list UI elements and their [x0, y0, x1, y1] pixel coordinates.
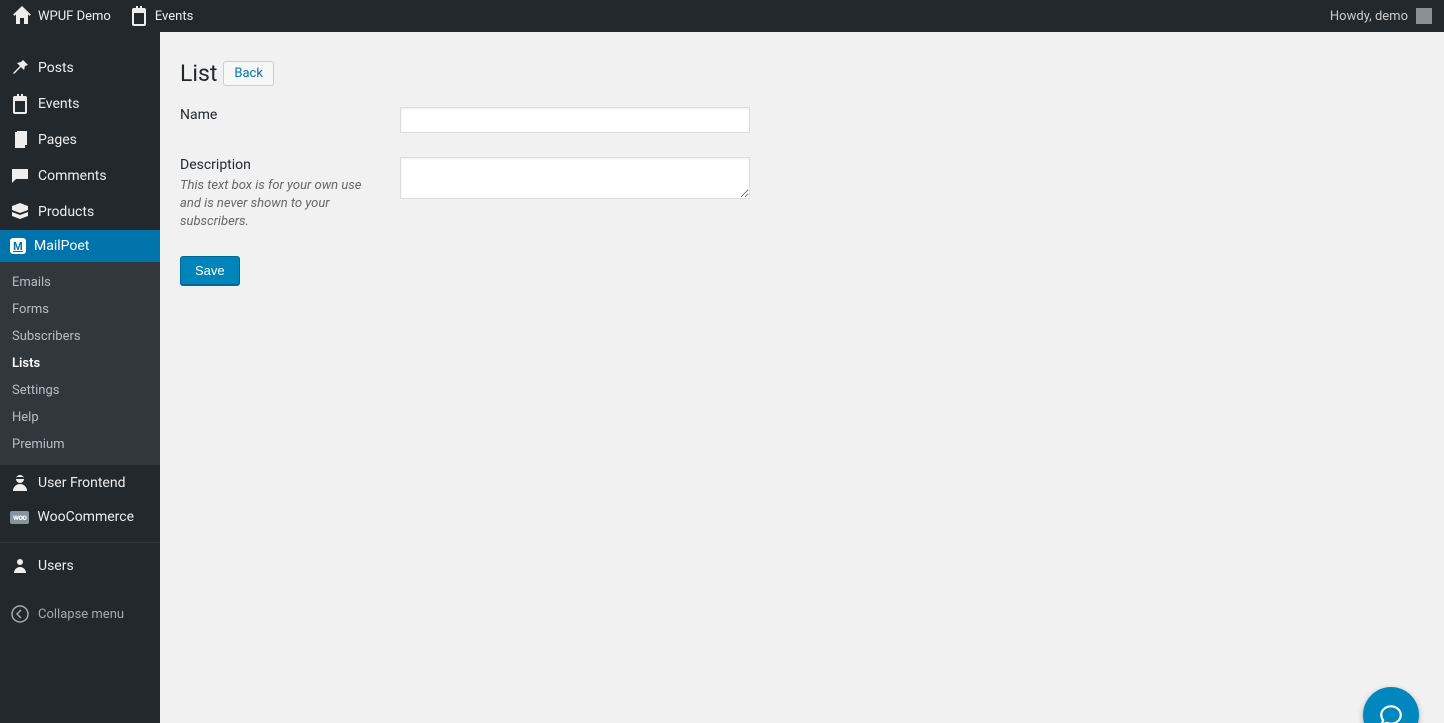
- submenu-item-subscribers[interactable]: Subscribers: [0, 323, 160, 350]
- adminbar: WPUF Demo Events Howdy, demo: [0, 0, 1444, 32]
- collapse-label: Collapse menu: [38, 607, 124, 622]
- form-row-description: Description This text box is for your ow…: [180, 157, 1424, 232]
- sidebar-item-label: Products: [38, 204, 94, 220]
- avatar: [1416, 8, 1432, 24]
- name-label: Name: [180, 107, 388, 123]
- adminbar-account[interactable]: Howdy, demo: [1330, 8, 1432, 24]
- form-label-col: Description This text box is for your ow…: [180, 157, 400, 232]
- sidebar: Posts Events Pages Comments Products M M…: [0, 32, 160, 723]
- user-frontend-icon: [10, 473, 30, 493]
- page-heading: List Back: [180, 60, 1424, 87]
- adminbar-events-link[interactable]: Events: [129, 6, 193, 26]
- collapse-icon: [10, 604, 30, 624]
- form-actions: Save: [180, 256, 1424, 285]
- woocommerce-icon: woo: [10, 511, 29, 524]
- back-button[interactable]: Back: [223, 61, 274, 86]
- page-title: List: [180, 60, 217, 87]
- form-label-col: Name: [180, 107, 400, 125]
- sidebar-item-pages[interactable]: Pages: [0, 122, 160, 158]
- sidebar-item-label: Events: [38, 96, 79, 112]
- sidebar-item-label: Pages: [38, 132, 77, 148]
- submenu-item-help[interactable]: Help: [0, 404, 160, 431]
- sidebar-item-label: Comments: [38, 168, 107, 184]
- sidebar-item-events[interactable]: Events: [0, 86, 160, 122]
- submenu-item-forms[interactable]: Forms: [0, 296, 160, 323]
- sidebar-item-comments[interactable]: Comments: [0, 158, 160, 194]
- calendar-icon: [10, 94, 30, 114]
- description-label: Description: [180, 157, 388, 173]
- adminbar-howdy-text: Howdy, demo: [1330, 9, 1408, 24]
- comments-icon: [10, 166, 30, 186]
- submenu: Emails Forms Subscribers Lists Settings …: [0, 262, 160, 465]
- sidebar-item-label: Users: [38, 558, 74, 574]
- save-button[interactable]: Save: [180, 256, 240, 285]
- sidebar-item-woocommerce[interactable]: woo WooCommerce: [0, 501, 160, 533]
- submenu-item-settings[interactable]: Settings: [0, 377, 160, 404]
- users-icon: [10, 556, 30, 576]
- sidebar-item-products[interactable]: Products: [0, 194, 160, 230]
- description-help: This text box is for your own use and is…: [180, 177, 370, 232]
- submenu-item-lists[interactable]: Lists: [0, 350, 160, 377]
- form-row-name: Name: [180, 107, 1424, 133]
- sidebar-item-label: WooCommerce: [37, 509, 134, 525]
- pushpin-icon: [10, 58, 30, 78]
- sidebar-item-users[interactable]: Users: [0, 548, 160, 584]
- sidebar-item-label: MailPoet: [34, 238, 89, 254]
- products-icon: [10, 202, 30, 222]
- adminbar-site-name: WPUF Demo: [38, 9, 111, 24]
- sidebar-item-user-frontend[interactable]: User Frontend: [0, 465, 160, 501]
- submenu-item-premium[interactable]: Premium: [0, 431, 160, 458]
- mailpoet-icon: M: [10, 238, 26, 254]
- sidebar-item-posts[interactable]: Posts: [0, 50, 160, 86]
- description-input[interactable]: [400, 157, 750, 199]
- menu-separator: [0, 538, 160, 543]
- sidebar-item-mailpoet[interactable]: M MailPoet: [0, 230, 160, 262]
- layout: Posts Events Pages Comments Products M M…: [0, 32, 1444, 723]
- sidebar-item-label: User Frontend: [38, 475, 125, 491]
- content: List Back Name Description This text box…: [160, 32, 1444, 723]
- adminbar-events-label: Events: [155, 9, 193, 24]
- pages-icon: [10, 130, 30, 150]
- home-icon: [12, 6, 32, 26]
- adminbar-site-link[interactable]: WPUF Demo: [12, 6, 111, 26]
- collapse-menu[interactable]: Collapse menu: [0, 596, 160, 632]
- submenu-item-emails[interactable]: Emails: [0, 269, 160, 296]
- calendar-icon: [129, 6, 149, 26]
- chat-icon: [1378, 702, 1404, 723]
- sidebar-item-label: Posts: [38, 60, 74, 76]
- name-input[interactable]: [400, 107, 750, 133]
- adminbar-left: WPUF Demo Events: [12, 6, 193, 26]
